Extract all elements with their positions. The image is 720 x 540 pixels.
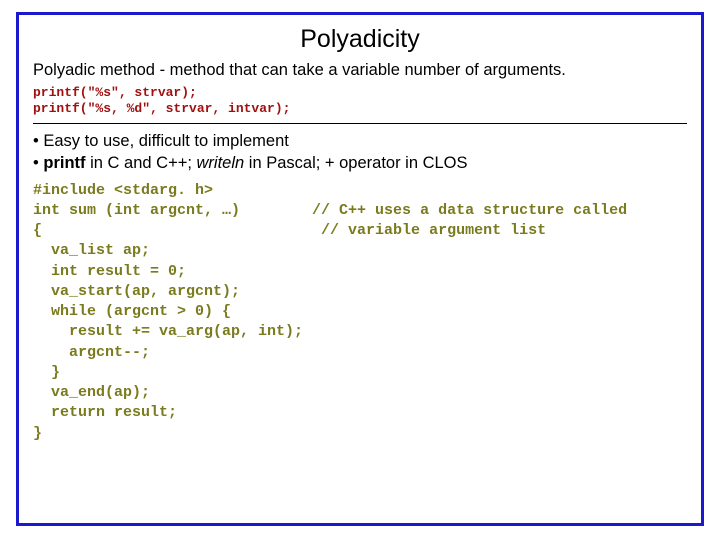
content-frame: Polyadicity Polyadic method - method tha…	[16, 12, 704, 526]
divider	[33, 123, 687, 124]
slide-container: Polyadicity Polyadic method - method tha…	[0, 0, 720, 540]
description-text: Polyadic method - method that can take a…	[33, 60, 687, 81]
bullet-1-text: Easy to use, difficult to implement	[43, 132, 288, 150]
code-block: #include <stdarg. h> int sum (int argcnt…	[33, 181, 687, 444]
bullet-2-mono1: printf	[43, 154, 85, 172]
bullet-item-2: • printf in C and C++; writeln in Pascal…	[33, 152, 687, 174]
slide-title: Polyadicity	[33, 25, 687, 54]
printf-examples: printf("%s", strvar); printf("%s, %d", s…	[33, 85, 687, 118]
bullet-2-mid1: in C and C++;	[86, 154, 197, 172]
bullet-item-1: • Easy to use, difficult to implement	[33, 130, 687, 152]
bullet-2-mid2: in Pascal; + operator in CLOS	[244, 154, 467, 172]
bullet-list: • Easy to use, difficult to implement • …	[33, 130, 687, 175]
bullet-2-mono2: writeln	[197, 154, 245, 172]
